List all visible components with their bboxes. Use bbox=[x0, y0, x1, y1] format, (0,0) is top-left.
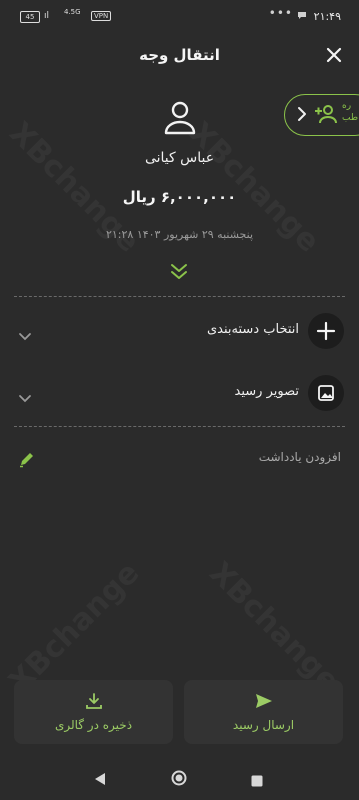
person-icon bbox=[160, 100, 200, 136]
send-receipt-button[interactable]: ارسال رسید bbox=[184, 680, 343, 744]
category-label[interactable]: انتخاب دسته‌بندی bbox=[207, 322, 299, 337]
image-icon bbox=[318, 385, 334, 401]
receipt-label[interactable]: تصویر رسید bbox=[235, 384, 299, 399]
expand-details-button[interactable] bbox=[168, 262, 190, 282]
download-icon bbox=[84, 692, 104, 710]
pencil-icon bbox=[20, 453, 33, 468]
send-icon bbox=[254, 692, 274, 710]
square-icon bbox=[251, 775, 263, 787]
add-note-field[interactable]: افزودن یادداشت bbox=[259, 450, 341, 464]
back-triangle-icon bbox=[95, 773, 105, 785]
nav-recents-button[interactable] bbox=[251, 772, 263, 787]
double-chevron-down-icon bbox=[171, 264, 187, 279]
divider bbox=[14, 296, 345, 297]
receipt-image-button[interactable] bbox=[308, 375, 344, 411]
close-button[interactable] bbox=[323, 44, 345, 66]
status-time: ۲۱:۴۹ bbox=[313, 10, 341, 23]
battery-icon: 45 bbox=[20, 11, 40, 23]
add-category-button[interactable] bbox=[308, 313, 344, 349]
add-person-icon bbox=[314, 103, 338, 125]
chevron-right-icon bbox=[292, 104, 312, 124]
transfer-amount: ۶,۰۰۰,۰۰۰ ریال bbox=[122, 188, 237, 206]
watermark: XBchange bbox=[202, 556, 346, 700]
watermark: XBchange bbox=[2, 556, 146, 700]
nav-back-button[interactable] bbox=[94, 771, 106, 785]
close-icon bbox=[326, 47, 342, 63]
chevron-down-icon[interactable] bbox=[18, 327, 32, 341]
signal-icon: ıl bbox=[44, 11, 50, 21]
nav-home-button[interactable] bbox=[171, 770, 187, 786]
status-bar: ۲۱:۴۹ ••• 45 ıl 4.5G VPN bbox=[0, 0, 359, 34]
divider bbox=[14, 426, 345, 427]
send-receipt-label: ارسال رسید bbox=[232, 718, 295, 732]
recipient-name: عباس کیانی bbox=[144, 150, 215, 166]
home-circle-icon bbox=[171, 770, 187, 786]
vpn-badge: VPN bbox=[91, 11, 112, 21]
plus-icon bbox=[316, 321, 336, 341]
notification-dots: ••• bbox=[268, 6, 293, 20]
chevron-down-icon[interactable] bbox=[18, 389, 32, 403]
transfer-datetime: پنجشنبه ۲۹ شهریور ۱۴۰۳ ۲۱:۲۸ bbox=[105, 228, 254, 241]
message-icon bbox=[297, 10, 307, 23]
pill-label: ره طب bbox=[342, 101, 359, 123]
save-to-gallery-button[interactable]: ذخیره در گالری bbox=[14, 680, 173, 744]
network-type: 4.5G bbox=[64, 8, 81, 16]
edit-note-button[interactable] bbox=[18, 450, 36, 468]
page-title: انتقال وجه bbox=[139, 46, 220, 64]
save-to-gallery-label: ذخیره در گالری bbox=[54, 718, 133, 732]
